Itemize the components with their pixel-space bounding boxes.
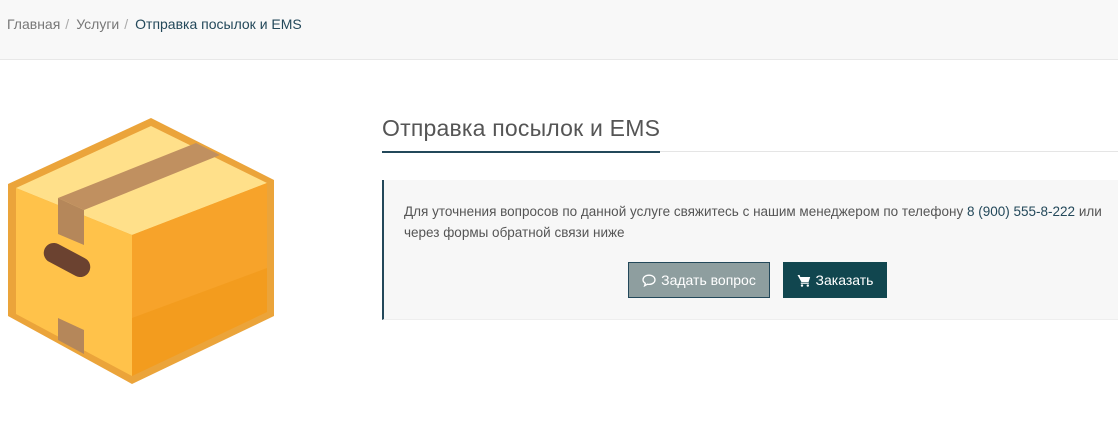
comment-icon: [642, 274, 656, 287]
breadcrumb-bar: Главная / Услуги / Отправка посылок и EM…: [0, 0, 1118, 60]
breadcrumb: Главная / Услуги / Отправка посылок и EM…: [7, 16, 302, 32]
page-title-wrapper: Отправка посылок и EMS: [382, 115, 1118, 153]
info-text-part: Для уточнения вопросов по данной услуге …: [404, 204, 967, 219]
breadcrumb-separator: /: [124, 16, 129, 32]
breadcrumb-separator: /: [65, 16, 70, 32]
info-panel: Для уточнения вопросов по данной услуге …: [382, 180, 1118, 320]
breadcrumb-home-link[interactable]: Главная: [7, 16, 60, 32]
cardboard-box-icon: [8, 118, 276, 386]
info-text: Для уточнения вопросов по данной услуге …: [404, 201, 1104, 243]
breadcrumb-services-link[interactable]: Услуги: [76, 16, 119, 32]
order-label: Заказать: [815, 272, 874, 288]
page-title: Отправка посылок и EMS: [382, 115, 661, 153]
breadcrumb-current: Отправка посылок и EMS: [135, 16, 302, 32]
ask-question-label: Задать вопрос: [661, 272, 756, 288]
phone-link[interactable]: 8 (900) 555-8-222: [967, 204, 1075, 219]
cart-icon: [797, 274, 811, 287]
ask-question-button[interactable]: Задать вопрос: [628, 262, 770, 298]
order-button[interactable]: Заказать: [783, 262, 887, 298]
